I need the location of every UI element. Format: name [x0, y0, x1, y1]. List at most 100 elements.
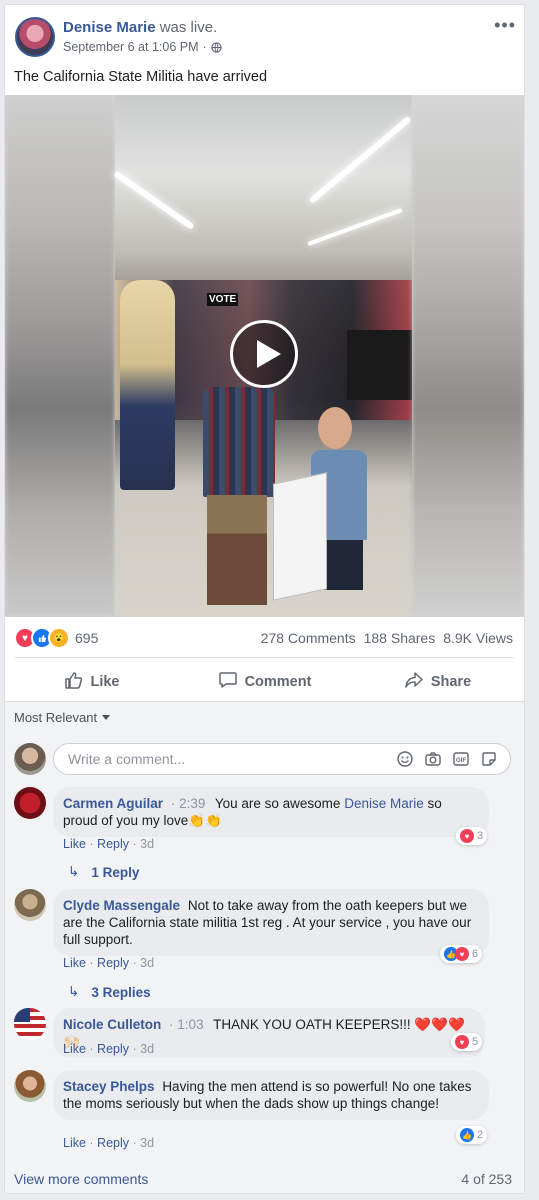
emoji-icon[interactable] [396, 750, 414, 768]
comment-like-link[interactable]: Like [63, 956, 86, 970]
divider [15, 657, 514, 658]
ceiling-light [307, 208, 403, 246]
comment-like-link[interactable]: Like [63, 1042, 86, 1056]
ceiling-light [113, 170, 195, 230]
sort-dropdown[interactable]: Most Relevant [14, 710, 111, 725]
post-actions: Like Comment Share [5, 663, 524, 701]
comment-like-link[interactable]: Like [63, 1136, 86, 1150]
love-reaction-icon: ♥ [460, 829, 474, 843]
black-banner [347, 330, 412, 400]
comment-like-link[interactable]: Like [63, 837, 86, 851]
post-date-link[interactable]: September 6 at 1:06 PM [63, 40, 199, 54]
comment-reactions[interactable]: 👍 2 [456, 1126, 488, 1144]
comment-bubble: Stacey Phelps Having the men attend is s… [53, 1070, 489, 1120]
dot-separator: · [170, 796, 176, 811]
commenter-avatar[interactable] [14, 787, 46, 819]
video-blur-left [5, 95, 115, 617]
comment-actions: Like · Reply · 3d [63, 956, 155, 970]
vote-sign-text: VOTE [207, 293, 239, 306]
comment-actions: Like · Reply · 3d [63, 1136, 155, 1150]
comment-age[interactable]: 3d [140, 956, 154, 970]
play-icon[interactable] [230, 320, 298, 388]
comment-age[interactable]: 3d [140, 1136, 154, 1150]
comment-reply-link[interactable]: Reply [97, 837, 129, 851]
commenter-name[interactable]: Carmen Aguilar [63, 796, 163, 811]
comment-bubble: Clyde Massengale Not to take away from t… [53, 889, 489, 956]
comment-reply-link[interactable]: Reply [97, 956, 129, 970]
reply-arrow-icon: ↳ [68, 984, 80, 999]
view-replies-link[interactable]: ↳ 1 Reply [68, 864, 139, 880]
post-action-text: was live. [159, 19, 218, 36]
commenter-name[interactable]: Stacey Phelps [63, 1079, 155, 1094]
globe-icon[interactable] [210, 41, 222, 53]
comment-reactions[interactable]: 👍 ♥ 6 [440, 945, 483, 963]
comment-reaction-count: 3 [477, 830, 484, 842]
live-video[interactable]: VOTE [5, 95, 524, 617]
sticker-icon[interactable] [480, 750, 498, 768]
boy-legs [207, 495, 267, 605]
comment-button[interactable]: Comment [178, 663, 351, 701]
commenter-avatar[interactable] [14, 1070, 46, 1102]
comment-composer: GIF [53, 743, 511, 775]
sort-label: Most Relevant [14, 710, 98, 725]
speech-bubble-icon [218, 670, 238, 694]
author-avatar[interactable] [15, 17, 55, 57]
camera-icon[interactable] [424, 750, 442, 768]
love-reaction-icon: ♥ [455, 1035, 469, 1049]
comment-reaction-count: 5 [472, 1036, 479, 1048]
comment-age[interactable]: 3d [140, 837, 154, 851]
like-label: Like [90, 674, 120, 690]
wow-reaction-icon: 😮 [48, 627, 70, 649]
author-name-link[interactable]: Denise Marie [63, 19, 156, 36]
more-options-icon[interactable]: ••• [494, 15, 516, 36]
video-timestamp-link[interactable]: 1:03 [177, 1017, 203, 1032]
white-sign [273, 472, 327, 601]
view-replies-link[interactable]: ↳ 3 Replies [68, 984, 151, 1000]
comments-pager: 4 of 253 [461, 1171, 512, 1187]
comment-reply-link[interactable]: Reply [97, 1042, 129, 1056]
comment-reply-link[interactable]: Reply [97, 1136, 129, 1150]
comments-count-link[interactable]: 278 Comments [261, 630, 356, 646]
video-blur-right [412, 95, 524, 617]
mention-link[interactable]: Denise Marie [344, 796, 424, 811]
comment-bubble: Carmen Aguilar · 2:39 You are so awesome… [53, 787, 489, 837]
share-label: Share [430, 674, 472, 690]
love-reaction-icon: ♥ [455, 947, 469, 961]
like-button[interactable]: Like [5, 663, 178, 701]
shares-count-link[interactable]: 188 Shares [364, 630, 436, 646]
post-header-title: Denise Marie was live. [63, 19, 217, 36]
comment-age[interactable]: 3d [140, 1042, 154, 1056]
comment-reaction-count: 2 [477, 1129, 484, 1141]
like-reaction-icon: 👍 [460, 1128, 474, 1142]
share-button[interactable]: Share [351, 663, 524, 701]
comment-reactions[interactable]: ♥ 3 [456, 827, 488, 845]
caret-down-icon [102, 715, 111, 720]
woman-figure [120, 280, 175, 490]
ceiling-light [308, 115, 412, 204]
svg-text:GIF: GIF [456, 758, 466, 764]
meta-separator: · [202, 40, 207, 54]
replies-label: 3 Replies [91, 984, 151, 1000]
current-user-avatar[interactable] [14, 743, 46, 775]
comment-input[interactable] [66, 750, 370, 768]
video-timestamp-link[interactable]: 2:39 [179, 796, 205, 811]
commenter-avatar[interactable] [14, 889, 46, 921]
view-more-comments-link[interactable]: View more comments [14, 1171, 148, 1187]
post-text: The California State Militia have arrive… [14, 69, 268, 85]
comment-text: You are so awesome [214, 796, 345, 811]
comment-actions: Like · Reply · 3d [63, 837, 155, 851]
reaction-count: 695 [75, 630, 99, 646]
post-stats: 278 Comments 188 Shares 8.9K Views [261, 630, 513, 646]
reactions-summary[interactable]: ♥ 😮 695 [14, 627, 98, 649]
comment-reactions[interactable]: ♥ 5 [451, 1033, 483, 1051]
post-meta: September 6 at 1:06 PM · [63, 40, 222, 54]
gif-icon[interactable]: GIF [452, 750, 470, 768]
boy-plaid-shirt [203, 387, 275, 497]
thumbs-up-icon [63, 670, 83, 694]
views-count: 8.9K Views [443, 630, 513, 646]
commenter-name[interactable]: Clyde Massengale [63, 898, 180, 913]
replies-label: 1 Reply [91, 864, 140, 880]
commenter-avatar[interactable] [14, 1008, 46, 1040]
dot-separator: · [169, 1017, 174, 1032]
commenter-name[interactable]: Nicole Culleton [63, 1017, 161, 1032]
